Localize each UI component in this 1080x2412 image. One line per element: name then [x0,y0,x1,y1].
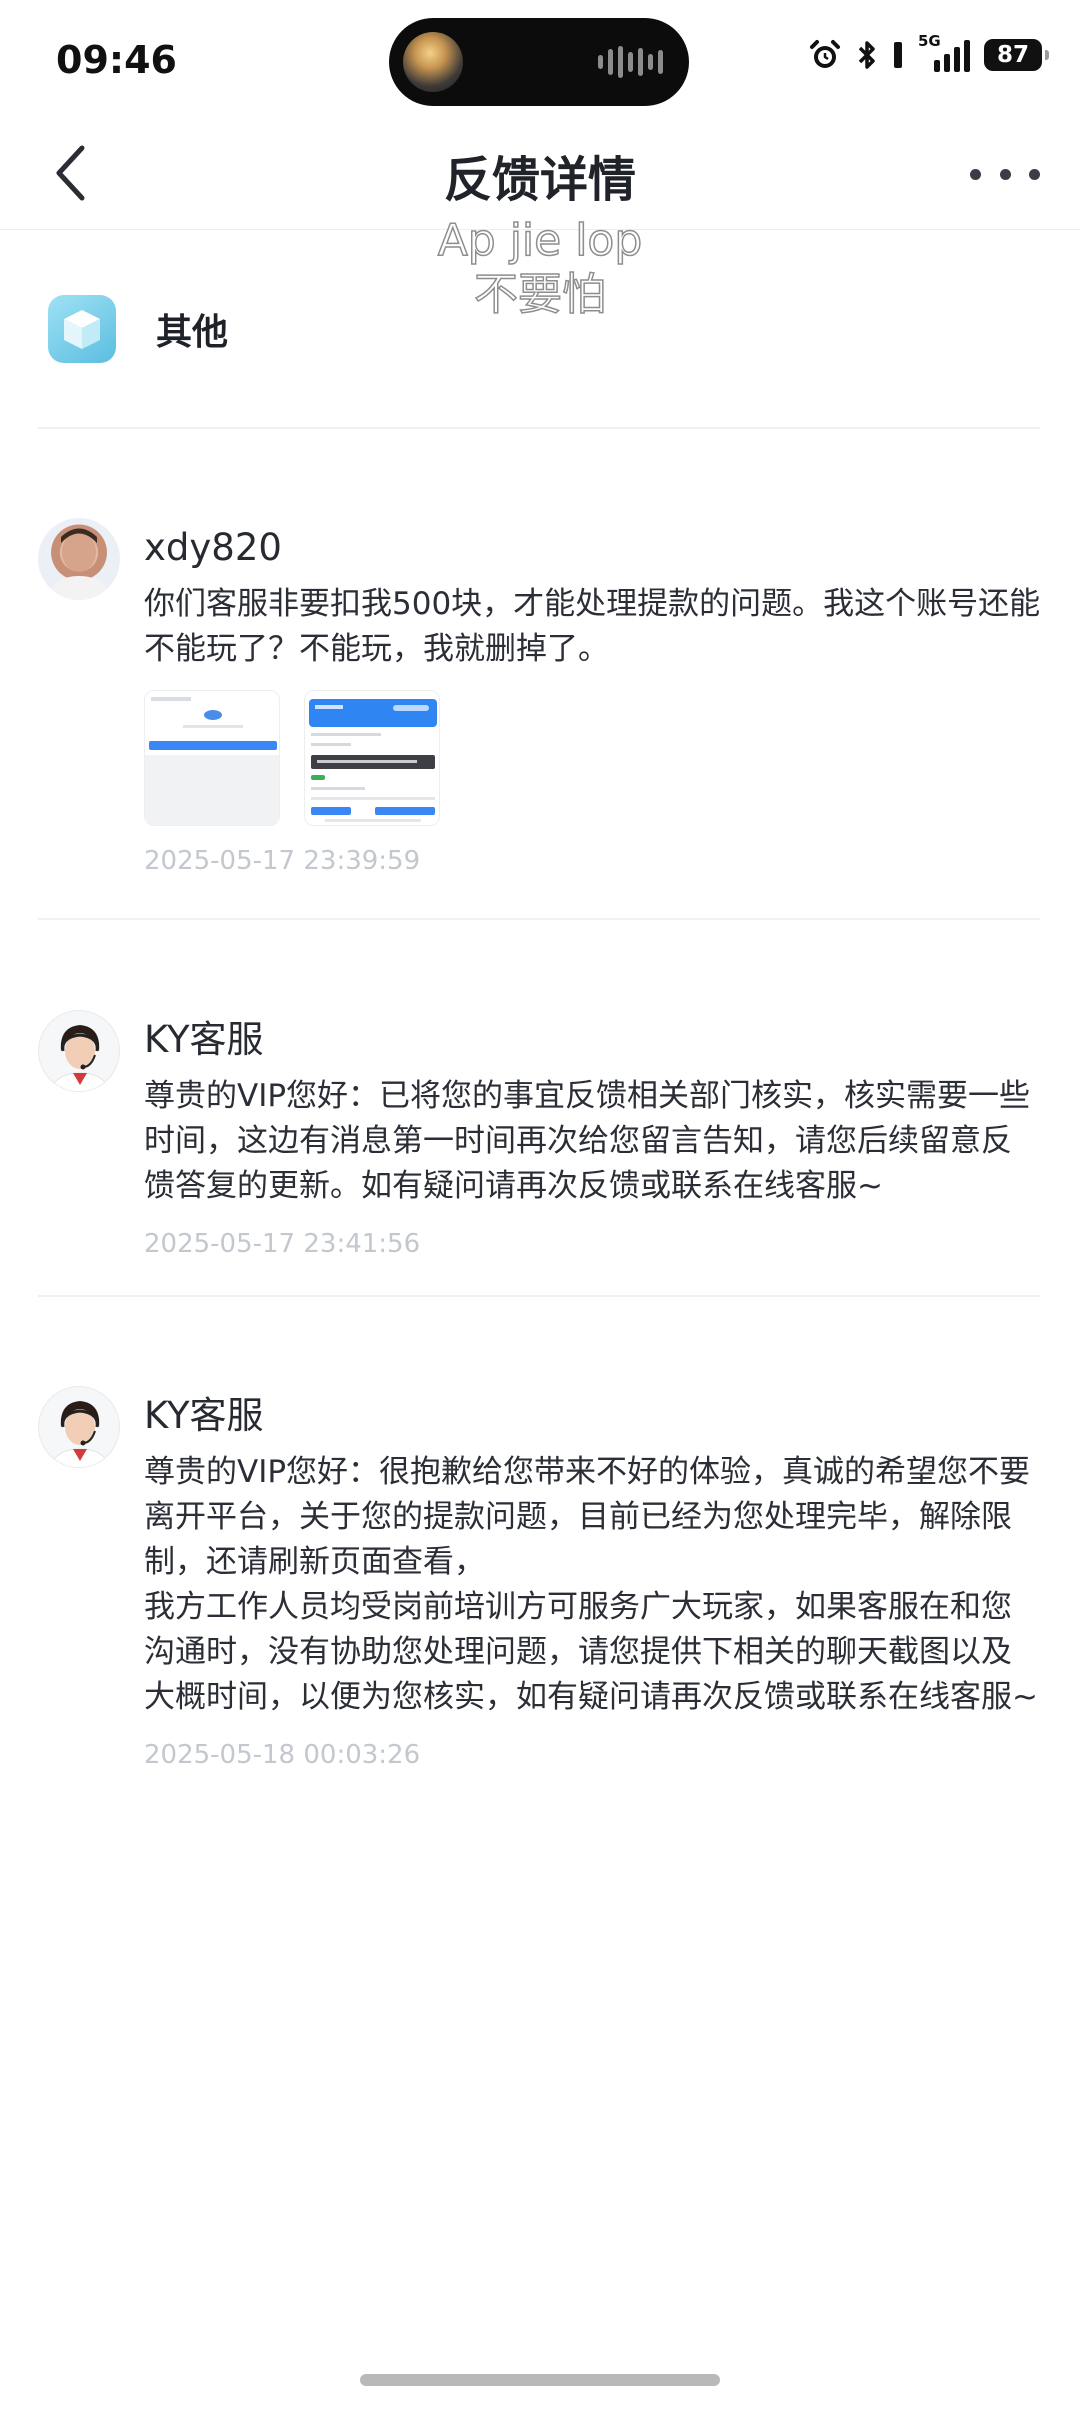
now-playing-artwork [403,32,463,92]
cellular-signal-icon: 5G [918,32,970,72]
divider [38,918,1040,920]
battery-icon: 87 [984,39,1049,71]
more-dot-icon [999,168,1011,180]
divider [38,427,1040,429]
feedback-category: 其他 [48,294,228,364]
alarm-icon [808,38,842,72]
vibrate-icon [892,40,904,70]
avatar [38,518,120,600]
support-avatar [38,1010,120,1092]
message-text: 你们客服非要扣我500块，才能处理提款的问题。我这个账号还能不能玩了？不能玩，我… [144,586,1041,667]
status-icons: 5G 87 [808,32,1049,72]
attachment-list [144,690,1042,826]
home-indicator[interactable] [360,2374,720,2386]
sender-name: xdy820 [144,526,282,569]
message-timestamp: 2025-05-17 23:39:59 [144,846,421,876]
watermark-overlay: Ap jie lop 不要怕 [340,214,740,322]
attachment-thumbnail[interactable] [144,690,280,826]
divider [38,1295,1040,1297]
watermark-line-2: 不要怕 [473,268,607,321]
status-time: 09:46 [56,38,177,82]
more-options-button[interactable] [970,154,1040,194]
audio-waveform-icon [598,46,663,78]
dynamic-island[interactable] [389,18,689,106]
attachment-thumbnail[interactable] [304,690,440,826]
message-timestamp: 2025-05-17 23:41:56 [144,1229,421,1259]
more-dot-icon [970,168,981,180]
watermark-line-1: Ap jie lop [437,214,643,267]
category-label: 其他 [156,312,229,353]
cube-icon [48,295,116,363]
sender-name: KY客服 [144,1018,264,1061]
page-title: 反馈详情 [443,152,636,208]
feedback-detail-screen: 09:46 5G 87 反馈详情 Ap jie lop 不要怕 其他 xdy82… [0,0,1080,2412]
message-text: 尊贵的VIP您好：很抱歉给您带来不好的体验，真诚的希望您不要离开平台，关于您的提… [144,1454,1038,1715]
more-dot-icon [1029,168,1040,180]
sender-name: KY客服 [144,1394,264,1437]
message-text: 尊贵的VIP您好：已将您的事宜反馈相关部门核实，核实需要一些时间，这边有消息第一… [144,1078,1031,1204]
message-timestamp: 2025-05-18 00:03:26 [144,1740,421,1770]
battery-level: 87 [996,42,1029,68]
support-avatar [38,1386,120,1468]
status-bar: 09:46 5G 87 [0,0,1080,118]
bluetooth-icon [856,38,878,72]
